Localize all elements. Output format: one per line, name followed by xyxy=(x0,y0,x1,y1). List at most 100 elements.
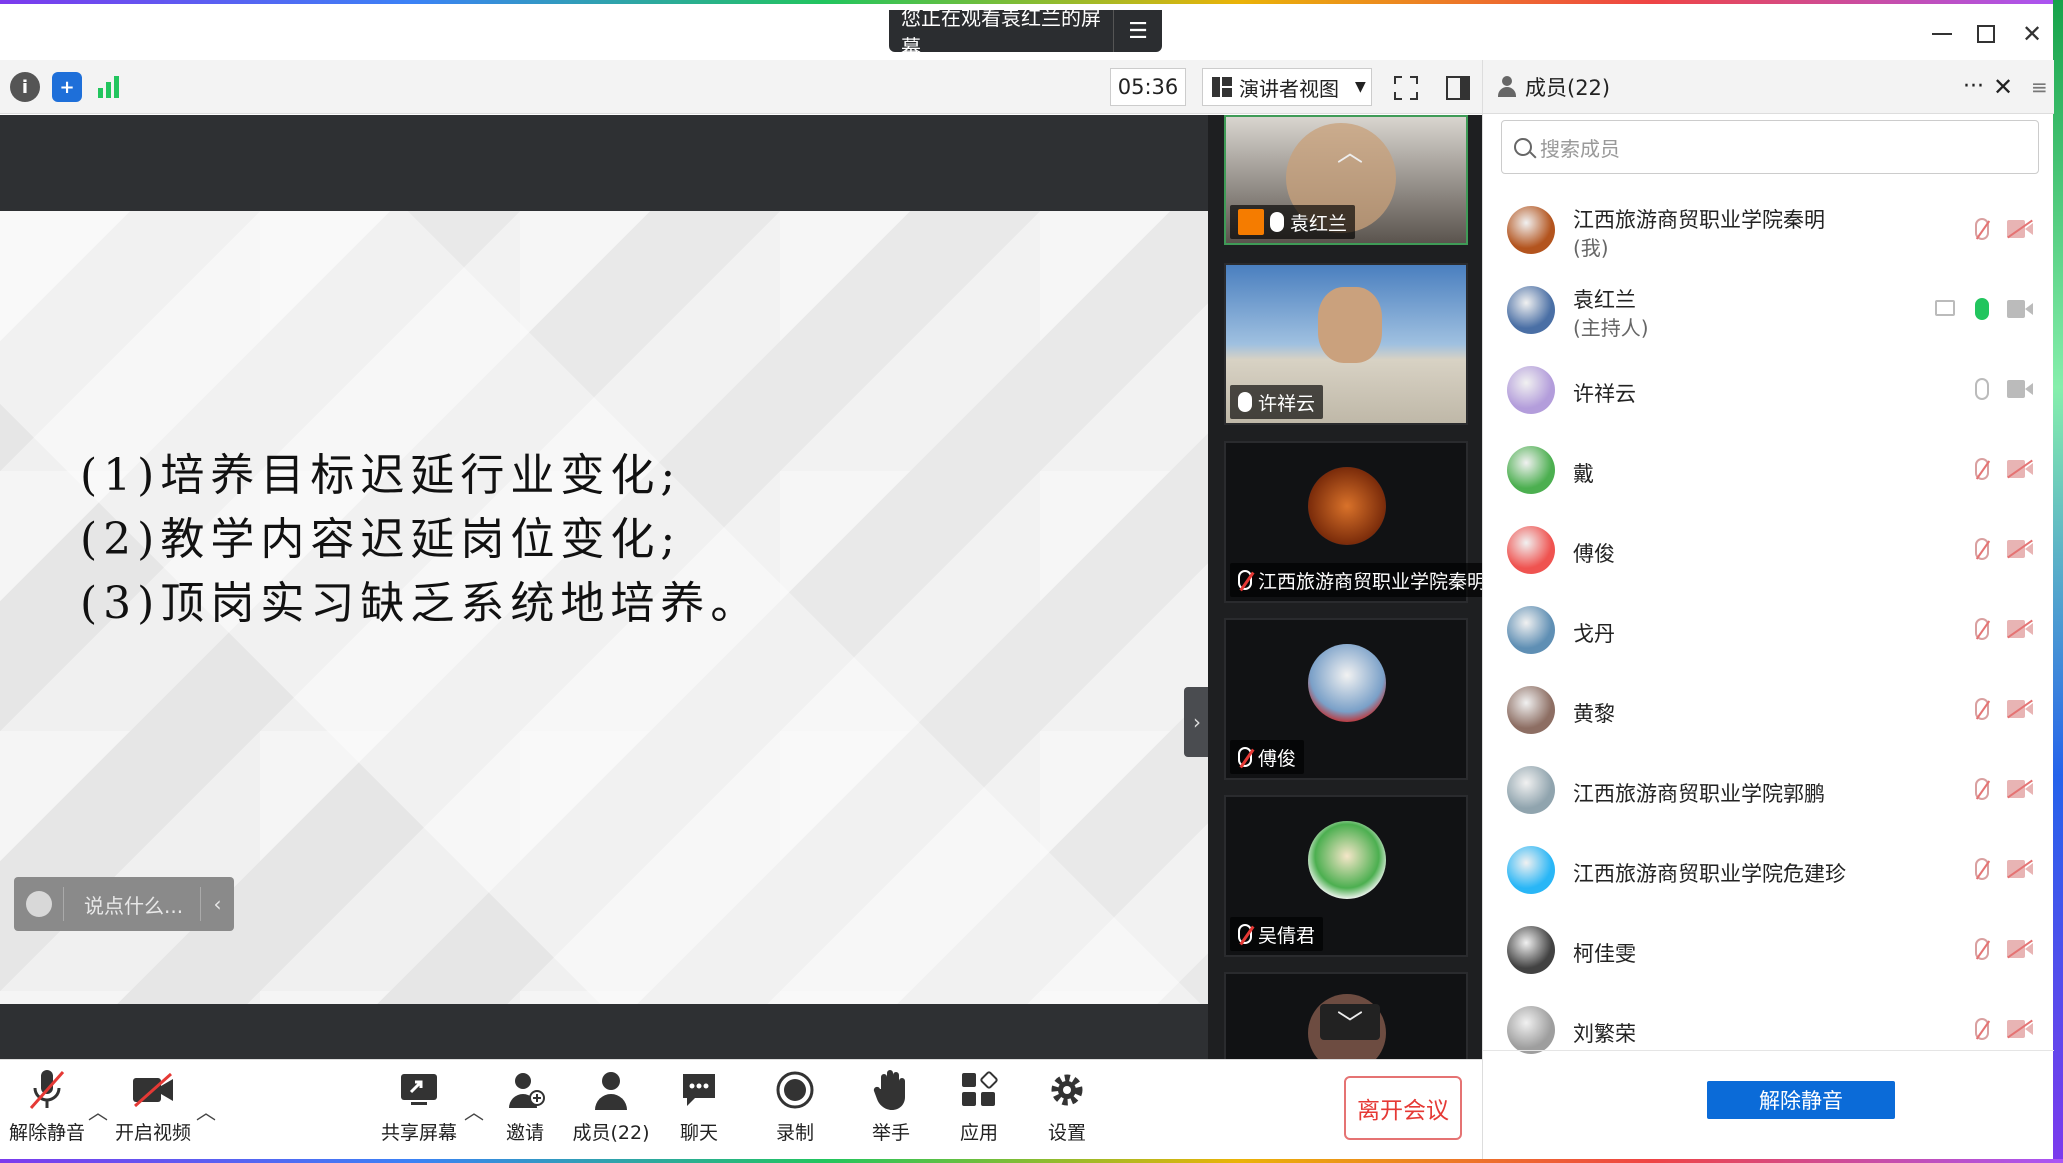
meeting-controls-bar: 解除静音 ︿ 开启视频 ︿ 共享屏幕 ︿ 邀请 成员(22) 聊天 录制 举手 … xyxy=(0,1059,1482,1159)
mic-muted-icon[interactable] xyxy=(1975,1018,1989,1040)
chat-placeholder[interactable]: 说点什么... xyxy=(64,890,200,919)
camera-off-icon[interactable] xyxy=(2007,700,2033,718)
close-window-button[interactable]: ✕ xyxy=(2012,14,2052,54)
more-options-icon[interactable]: ··· xyxy=(1963,74,1984,99)
view-mode-dropdown[interactable]: 演讲者视图 ▼ xyxy=(1202,68,1372,106)
camera-off-icon[interactable] xyxy=(2007,460,2033,478)
sidebar-toggle-button[interactable] xyxy=(1440,70,1476,106)
video-tile[interactable]: 许祥云 xyxy=(1224,263,1468,425)
record-button[interactable]: 录制 xyxy=(750,1068,840,1152)
mic-icon[interactable] xyxy=(1975,378,1989,400)
video-tile[interactable]: 吴倩君 xyxy=(1224,795,1468,957)
close-panel-icon[interactable]: ✕ xyxy=(1993,73,2013,101)
camera-off-icon[interactable] xyxy=(2007,860,2033,878)
minimize-button[interactable] xyxy=(1922,14,1962,54)
video-gallery: 袁红兰 许祥云 江西旅游商贸职业学院秦明 傅俊 吴倩君 xyxy=(1208,115,1495,1072)
member-row[interactable]: 许祥云 xyxy=(1483,350,2054,430)
mic-muted-icon[interactable] xyxy=(1975,778,1989,800)
member-row[interactable]: 傅俊 xyxy=(1483,510,2054,590)
unmute-all-button[interactable]: 解除静音 xyxy=(1707,1081,1895,1119)
mic-muted-icon[interactable] xyxy=(1975,538,1989,560)
camera-off-icon[interactable] xyxy=(2007,1020,2033,1038)
avatar xyxy=(1507,366,1555,414)
unmute-button[interactable]: 解除静音 xyxy=(2,1068,92,1152)
scroll-up-chevron-icon[interactable]: ︿ xyxy=(1332,132,1368,168)
quick-chat-input[interactable]: 说点什么... ‹ xyxy=(14,877,234,931)
mic-muted-icon xyxy=(1238,747,1252,767)
screen-share-banner[interactable]: 您正在观看袁红兰的屏幕 ☰ xyxy=(889,6,1162,59)
share-banner-text: 您正在观看袁红兰的屏幕 xyxy=(901,6,1101,59)
video-tile[interactable]: 傅俊 xyxy=(1224,618,1468,780)
settings-label: 设置 xyxy=(1047,1122,1086,1144)
member-row[interactable]: 戴 xyxy=(1483,430,2054,510)
camera-icon[interactable] xyxy=(2007,300,2033,318)
emoji-button[interactable] xyxy=(14,887,64,921)
camera-icon[interactable] xyxy=(2007,380,2033,398)
member-row[interactable]: 刘繁荣 xyxy=(1483,990,2054,1070)
invite-button[interactable]: 邀请 xyxy=(480,1068,570,1152)
camera-off-icon[interactable] xyxy=(2007,540,2033,558)
camera-off-icon xyxy=(131,1068,175,1112)
share-screen-label: 共享屏幕 xyxy=(380,1122,457,1144)
member-row[interactable]: 江西旅游商贸职业学院郭鹏 xyxy=(1483,750,2054,830)
mic-muted-icon[interactable] xyxy=(1975,698,1989,720)
members-button[interactable]: 成员(22) xyxy=(566,1068,656,1152)
apps-button[interactable]: 应用 xyxy=(934,1068,1024,1152)
member-search-input[interactable]: 搜索成员 xyxy=(1501,120,2039,174)
close-icon: ✕ xyxy=(2021,20,2043,48)
start-video-button[interactable]: 开启视频 xyxy=(108,1068,198,1152)
signal-bars-icon xyxy=(98,76,119,98)
raise-hand-icon xyxy=(869,1068,913,1112)
member-name: 江西旅游商贸职业学院危建珍 xyxy=(1573,862,1846,886)
unmute-label: 解除静音 xyxy=(8,1122,85,1144)
security-shield-icon[interactable]: + xyxy=(52,72,82,102)
member-name: 傅俊 xyxy=(1573,542,1615,566)
mic-muted-icon[interactable] xyxy=(1975,618,1989,640)
info-icon[interactable]: i xyxy=(10,72,40,102)
member-row[interactable]: 江西旅游商贸职业学院秦明 (我) xyxy=(1483,190,2054,270)
camera-off-icon[interactable] xyxy=(2007,220,2033,238)
dropdown-caret-icon: ▼ xyxy=(1355,79,1366,95)
camera-off-icon[interactable] xyxy=(2007,780,2033,798)
minimize-icon xyxy=(1932,33,1952,35)
collapse-chat-icon[interactable]: ‹ xyxy=(200,887,234,921)
member-name: 戴 xyxy=(1573,462,1594,486)
mic-muted-icon[interactable] xyxy=(1975,218,1989,240)
video-tile[interactable]: 江西旅游商贸职业学院秦明 xyxy=(1224,441,1495,603)
member-name: 刘繁荣 xyxy=(1573,1022,1636,1046)
scroll-down-chevron-icon[interactable]: ﹀ xyxy=(1320,1004,1380,1040)
share-menu-icon[interactable]: ☰ xyxy=(1113,10,1162,52)
raise-hand-button[interactable]: 举手 xyxy=(846,1068,936,1152)
mic-muted-icon[interactable] xyxy=(1975,458,1989,480)
member-row[interactable]: 江西旅游商贸职业学院危建珍 xyxy=(1483,830,2054,910)
member-row[interactable]: 袁红兰 (主持人) xyxy=(1483,270,2054,350)
member-row[interactable]: 柯佳雯 xyxy=(1483,910,2054,990)
leave-meeting-button[interactable]: 离开会议 xyxy=(1344,1076,1462,1140)
speaker-view-icon xyxy=(1212,77,1232,97)
network-signal-icon[interactable] xyxy=(94,72,124,102)
video-tile-name: 袁红兰 xyxy=(1290,212,1348,235)
camera-off-icon[interactable] xyxy=(2007,620,2033,638)
video-tile-name: 傅俊 xyxy=(1258,747,1297,770)
fullscreen-button[interactable] xyxy=(1388,70,1424,106)
mic-muted-icon[interactable] xyxy=(1975,858,1989,880)
meeting-toolbar: i + 05:36 演讲者视图 ▼ xyxy=(0,60,1482,114)
share-screen-button[interactable]: 共享屏幕 xyxy=(374,1068,464,1152)
panel-menu-icon[interactable]: ≡ xyxy=(2031,75,2048,99)
collapse-video-panel-handle[interactable]: › xyxy=(1184,687,1210,757)
audio-options-caret-icon[interactable]: ︿ xyxy=(88,1096,108,1125)
member-row[interactable]: 戈丹 xyxy=(1483,590,2054,670)
mic-icon[interactable] xyxy=(1975,298,1989,320)
avatar xyxy=(1507,446,1555,494)
members-panel: 成员(22) ··· ✕ ≡ 搜索成员 江西旅游商贸职业学院秦明 (我) 袁红兰 (主… xyxy=(1482,60,2054,1159)
settings-button[interactable]: 设置 xyxy=(1022,1068,1112,1152)
camera-off-icon[interactable] xyxy=(2007,940,2033,958)
member-row[interactable]: 黄黎 xyxy=(1483,670,2054,750)
chat-button[interactable]: 聊天 xyxy=(654,1068,744,1152)
meeting-window: 您正在观看袁红兰的屏幕 ☰ ✕ i + 05:36 演讲者视图 ▼ (1)培养目… xyxy=(0,0,2063,1163)
video-tile-label: 袁红兰 xyxy=(1230,205,1356,239)
maximize-button[interactable] xyxy=(1966,14,2006,54)
mic-muted-icon[interactable] xyxy=(1975,938,1989,960)
avatar xyxy=(1507,1006,1555,1054)
video-options-caret-icon[interactable]: ︿ xyxy=(196,1096,216,1125)
